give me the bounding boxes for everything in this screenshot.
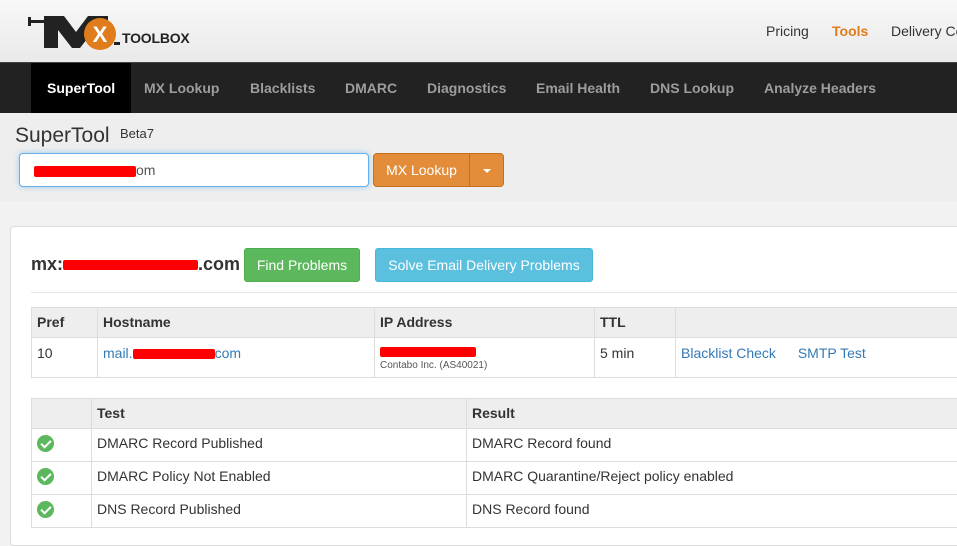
svg-text:X: X bbox=[93, 22, 108, 47]
column-header-pref: Pref bbox=[32, 308, 98, 338]
table-row: DMARC Policy Not Enabled DMARC Quarantin… bbox=[32, 462, 957, 495]
divider bbox=[31, 292, 957, 293]
table-header-row: Pref Hostname IP Address TTL bbox=[32, 308, 957, 338]
column-header-ip-address: IP Address bbox=[375, 308, 595, 338]
cell-hostname[interactable]: mail. com bbox=[98, 338, 375, 378]
search-input-value: om bbox=[136, 154, 155, 186]
column-header-result: Result bbox=[467, 399, 957, 429]
nav-tab-blacklists[interactable]: Blacklists bbox=[250, 63, 315, 114]
domain-suffix: .com bbox=[198, 254, 240, 274]
smtp-test-link[interactable]: SMTP Test bbox=[798, 345, 866, 361]
test-results-table: Test Result DMARC Record Published DMARC… bbox=[31, 398, 957, 528]
nav-tab-dmarc[interactable]: DMARC bbox=[345, 63, 397, 114]
redaction-mark bbox=[63, 260, 198, 270]
cell-result: DMARC Quarantine/Reject policy enabled bbox=[467, 462, 957, 495]
nav-tab-mx-lookup[interactable]: MX Lookup bbox=[144, 63, 219, 114]
ip-organization: Contabo Inc. (AS40021) bbox=[380, 360, 589, 371]
cell-pref: 10 bbox=[32, 338, 98, 378]
table-row: DMARC Record Published DMARC Record foun… bbox=[32, 429, 957, 462]
logo-text: TOOLBOX bbox=[122, 30, 190, 46]
top-header: X TOOLBOX Pricing Tools Delivery Ce bbox=[0, 0, 957, 62]
nav-link-pricing[interactable]: Pricing bbox=[766, 23, 809, 39]
hostname-prefix[interactable]: mail. bbox=[103, 345, 133, 361]
search-input[interactable]: om bbox=[19, 153, 369, 187]
table-row: 10 mail. com Contabo Inc. (AS40021) 5 min… bbox=[32, 338, 957, 378]
mx-lookup-button[interactable]: MX Lookup bbox=[373, 153, 470, 187]
solve-email-delivery-button[interactable]: Solve Email Delivery Problems bbox=[375, 248, 593, 282]
cell-actions: Blacklist Check SMTP Test bbox=[676, 338, 957, 378]
redaction-mark bbox=[34, 166, 136, 177]
cell-result: DMARC Record found bbox=[467, 429, 957, 462]
supertool-area: SuperTool Beta7 om MX Lookup bbox=[0, 113, 957, 201]
redaction-mark bbox=[133, 349, 215, 359]
table-header-row: Test Result bbox=[32, 399, 957, 429]
check-circle-icon bbox=[37, 501, 54, 518]
cell-ip-address: Contabo Inc. (AS40021) bbox=[375, 338, 595, 378]
result-domain-title: mx: .com bbox=[31, 254, 240, 275]
cell-ttl: 5 min bbox=[595, 338, 676, 378]
cell-status bbox=[32, 462, 92, 495]
cell-status bbox=[32, 429, 92, 462]
column-header-test: Test bbox=[92, 399, 467, 429]
redaction-mark bbox=[380, 347, 476, 357]
nav-tab-email-health[interactable]: Email Health bbox=[536, 63, 620, 114]
column-header-status bbox=[32, 399, 92, 429]
nav-tab-diagnostics[interactable]: Diagnostics bbox=[427, 63, 506, 114]
cell-test: DMARC Policy Not Enabled bbox=[92, 462, 467, 495]
beta-label: Beta7 bbox=[120, 126, 154, 141]
hostname-suffix[interactable]: com bbox=[215, 345, 241, 361]
nav-link-delivery-center[interactable]: Delivery Ce bbox=[891, 23, 957, 39]
page-title: SuperTool bbox=[15, 124, 110, 148]
column-header-actions bbox=[676, 308, 957, 338]
cell-status bbox=[32, 495, 92, 528]
check-circle-icon bbox=[37, 435, 54, 452]
column-header-ttl: TTL bbox=[595, 308, 676, 338]
tool-navbar: SuperTool MX Lookup Blacklists DMARC Dia… bbox=[0, 62, 957, 113]
nav-tab-dns-lookup[interactable]: DNS Lookup bbox=[650, 63, 734, 114]
domain-prefix: mx: bbox=[31, 254, 63, 274]
check-circle-icon bbox=[37, 468, 54, 485]
blacklist-check-link[interactable]: Blacklist Check bbox=[681, 345, 776, 361]
cell-result: DNS Record found bbox=[467, 495, 957, 528]
nav-link-tools[interactable]: Tools bbox=[832, 23, 868, 39]
find-problems-button[interactable]: Find Problems bbox=[244, 248, 360, 282]
column-header-hostname: Hostname bbox=[98, 308, 375, 338]
lookup-dropdown-button[interactable] bbox=[469, 153, 504, 187]
nav-tab-supertool[interactable]: SuperTool bbox=[31, 63, 131, 114]
mx-records-table: Pref Hostname IP Address TTL 10 mail. com… bbox=[31, 307, 957, 378]
caret-down-icon bbox=[483, 169, 491, 173]
table-row: DNS Record Published DNS Record found bbox=[32, 495, 957, 528]
nav-tab-analyze-headers[interactable]: Analyze Headers bbox=[764, 63, 876, 114]
cell-test: DMARC Record Published bbox=[92, 429, 467, 462]
cell-test: DNS Record Published bbox=[92, 495, 467, 528]
